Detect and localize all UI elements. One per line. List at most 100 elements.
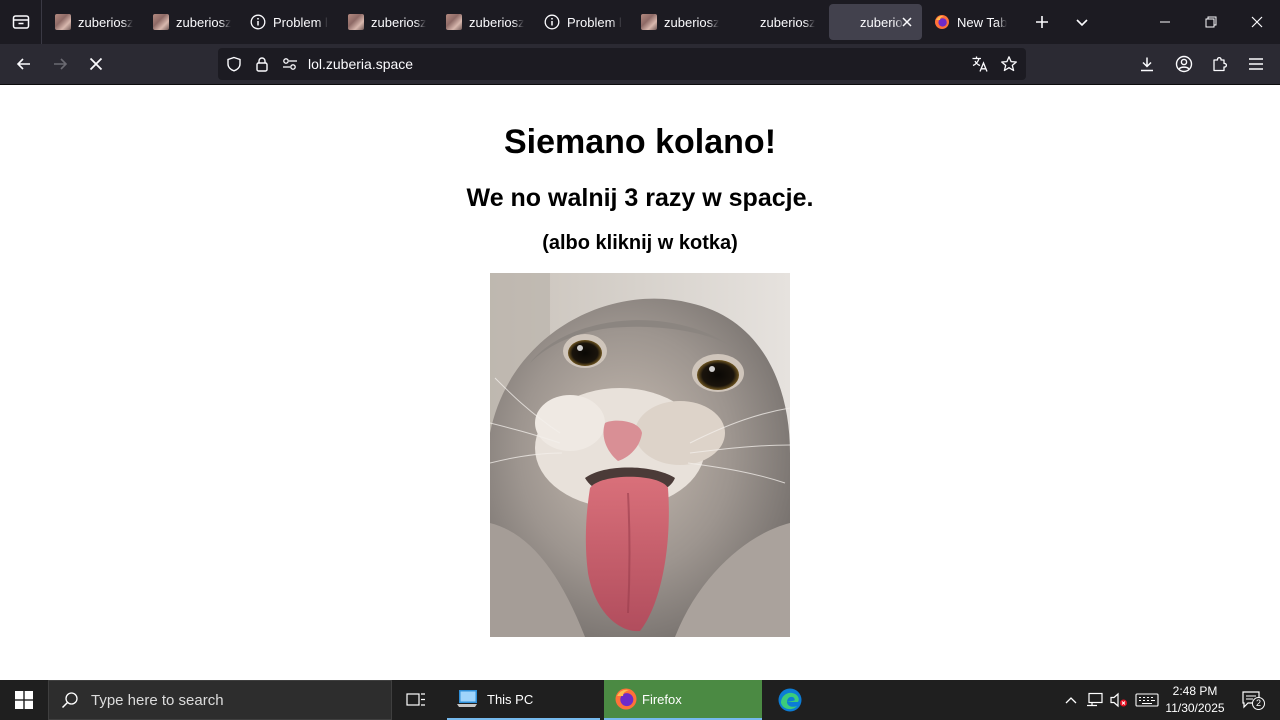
cat-photo: [490, 273, 790, 637]
action-center-button[interactable]: 2: [1238, 690, 1266, 710]
tab-label: Problem lo: [567, 14, 622, 30]
download-icon: [1141, 57, 1153, 72]
close-window-button[interactable]: [1234, 0, 1280, 44]
new-tab-button[interactable]: [1028, 8, 1056, 36]
taskbar-clock[interactable]: 2:48 PM 11/30/2025: [1160, 683, 1230, 717]
translate-icon: [972, 56, 988, 72]
keyboard-icon: [1135, 693, 1159, 707]
url-text[interactable]: lol.zuberia.space: [308, 56, 413, 72]
hamburger-menu-icon: [1249, 58, 1263, 70]
bookmark-button[interactable]: [999, 54, 1019, 74]
notification-count: 2: [1252, 697, 1265, 710]
tab-overview-button[interactable]: [0, 0, 42, 44]
translate-button[interactable]: [970, 54, 990, 74]
windows-taskbar: Type here to search This PC Firefox 2:48…: [0, 680, 1280, 720]
windows-logo-icon: [15, 691, 33, 709]
tab-label: zuberiosze: [664, 14, 719, 30]
tab-zuberiosze-6[interactable]: zuberiosze: [729, 4, 823, 40]
start-button[interactable]: [0, 680, 48, 720]
tab-favicon: [348, 14, 364, 30]
taskbar-firefox[interactable]: Firefox: [604, 680, 762, 720]
taskbar-this-pc[interactable]: This PC: [447, 680, 600, 720]
info-icon: [544, 14, 560, 30]
tracking-protection-button[interactable]: [224, 54, 244, 74]
tab-active[interactable]: zuberio: [829, 4, 922, 40]
tab-strip: zuberiosze zuberiosze Problem lo zuberio…: [0, 0, 1280, 44]
forward-button[interactable]: [45, 49, 75, 79]
tab-zuberiosze-5[interactable]: zuberiosze: [633, 4, 727, 40]
close-icon: [1251, 16, 1263, 28]
stop-icon: [89, 57, 103, 71]
touch-keyboard-button[interactable]: [1134, 690, 1160, 710]
lock-icon: [256, 57, 268, 72]
sliders-icon: [283, 58, 297, 70]
tab-label: zuberiosze: [760, 14, 815, 30]
taskbar-app-label: This PC: [487, 691, 534, 707]
tab-favicon: [55, 14, 71, 30]
site-security-button[interactable]: [252, 54, 272, 74]
permissions-button[interactable]: [280, 54, 300, 74]
volume-muted-icon: [1110, 692, 1127, 708]
star-icon: [1001, 56, 1017, 72]
tab-favicon: [641, 14, 657, 30]
network-button[interactable]: [1085, 690, 1105, 710]
account-icon: [1175, 55, 1193, 73]
page-subheading: We no walnij 3 razy w spacje.: [466, 184, 814, 212]
navigation-toolbar: lol.zuberia.space: [0, 44, 1280, 85]
page-content: Siemano kolano! We no walnij 3 razy w sp…: [0, 85, 1280, 680]
network-icon: [1087, 692, 1103, 707]
tab-close-button[interactable]: [898, 13, 916, 31]
tab-problem-2[interactable]: Problem lo: [536, 4, 630, 40]
tab-zuberiosze-4[interactable]: zuberiosze: [438, 4, 532, 40]
tab-new-tab[interactable]: New Tab: [926, 4, 1024, 40]
taskbar-edge[interactable]: [768, 680, 812, 720]
tab-zuberiosze-2[interactable]: zuberiosze: [145, 4, 239, 40]
tab-zuberiosze-1[interactable]: zuberiosze: [47, 4, 141, 40]
firefox-icon: [615, 688, 637, 710]
tab-label: New Tab: [957, 14, 1008, 30]
taskbar-app-label: Firefox: [642, 691, 682, 707]
restore-icon: [1205, 16, 1217, 28]
tab-favicon: [737, 14, 753, 30]
account-button[interactable]: [1169, 49, 1199, 79]
tab-label: Problem lo: [273, 14, 328, 30]
task-view-button[interactable]: [396, 680, 436, 720]
search-placeholder: Type here to search: [91, 691, 224, 709]
plus-icon: [1036, 16, 1048, 28]
cat-image[interactable]: [490, 273, 790, 637]
app-menu-button[interactable]: [1241, 49, 1271, 79]
stop-loading-button[interactable]: [81, 49, 111, 79]
page-hint: (albo kliknij w kotka): [542, 232, 738, 254]
chevron-up-icon: [1065, 697, 1077, 704]
back-button[interactable]: [9, 49, 39, 79]
volume-button[interactable]: [1109, 690, 1129, 710]
tray-overflow-button[interactable]: [1061, 690, 1081, 710]
extensions-button[interactable]: [1205, 49, 1235, 79]
downloads-button[interactable]: [1132, 49, 1162, 79]
tab-zuberiosze-3[interactable]: zuberiosze: [340, 4, 434, 40]
close-icon: [902, 17, 912, 27]
edge-icon: [778, 688, 802, 712]
minimize-icon: [1160, 21, 1170, 23]
tab-problem-1[interactable]: Problem lo: [242, 4, 336, 40]
taskbar-search-box[interactable]: Type here to search: [48, 680, 392, 720]
arrow-right-icon: [54, 58, 68, 70]
tab-label: zuberiosze: [176, 14, 231, 30]
tab-label: zuberiosze: [78, 14, 133, 30]
firefox-icon: [935, 15, 949, 29]
tab-favicon: [446, 14, 462, 30]
search-icon: [61, 692, 78, 709]
arrow-left-icon: [16, 58, 30, 70]
tab-label: zuberiosze: [371, 14, 426, 30]
restore-button[interactable]: [1188, 0, 1234, 44]
address-bar[interactable]: lol.zuberia.space: [218, 48, 1026, 80]
tab-favicon: [837, 14, 853, 30]
clock-time: 2:48 PM: [1172, 684, 1218, 698]
chevron-down-icon: [1076, 19, 1088, 27]
minimize-button[interactable]: [1142, 0, 1188, 44]
tab-label: zuberiosze: [469, 14, 524, 30]
list-all-tabs-button[interactable]: [1068, 8, 1096, 36]
shield-icon: [227, 56, 241, 72]
clock-date: 11/30/2025: [1165, 701, 1225, 715]
page-heading: Siemano kolano!: [503, 123, 777, 161]
